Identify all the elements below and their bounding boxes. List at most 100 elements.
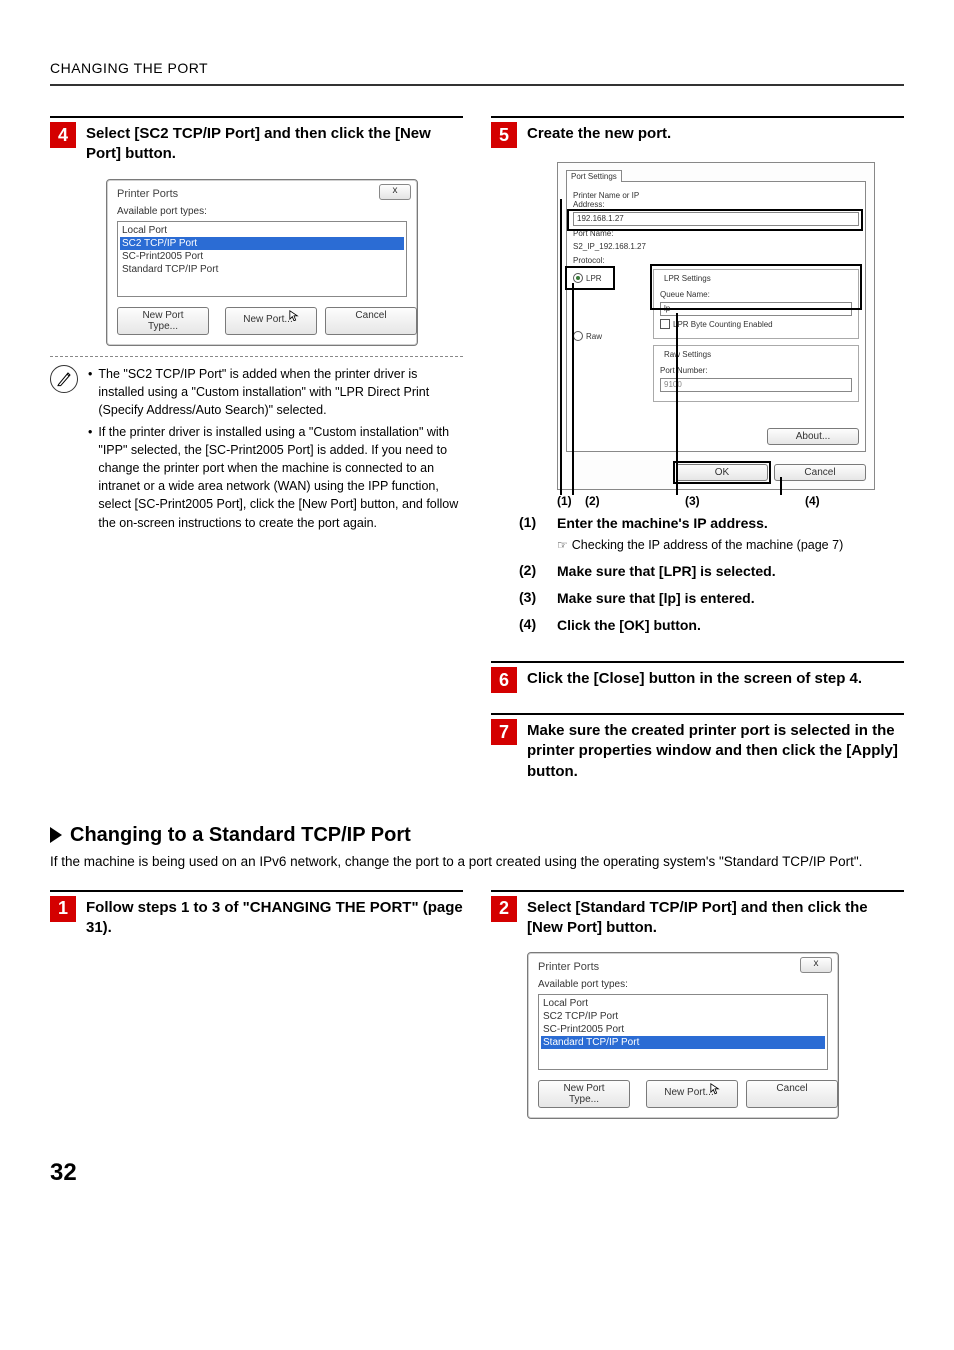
cursor-icon	[289, 310, 299, 322]
note-icon	[50, 365, 78, 393]
raw-radio[interactable]: Raw	[573, 331, 602, 341]
list-item[interactable]: Standard TCP/IP Port	[120, 263, 404, 276]
step-4-text: Select [SC2 TCP/IP Port] and then click …	[86, 124, 463, 165]
callout-line	[560, 199, 562, 495]
list-item[interactable]: SC2 TCP/IP Port	[541, 1010, 825, 1023]
dialog-title: Printer Ports	[117, 188, 407, 200]
callout-num-4: (4)	[805, 494, 820, 508]
cancel-button[interactable]: Cancel	[774, 464, 866, 481]
new-port-button[interactable]: New Port...	[225, 307, 317, 335]
substep-4-num: (4)	[519, 616, 547, 635]
substep-1-text: Enter the machine's IP address.	[557, 514, 843, 533]
printer-ports-dialog-2: x Printer Ports Available port types: Lo…	[527, 952, 839, 1119]
list-item[interactable]: Standard TCP/IP Port	[541, 1036, 825, 1049]
port-name-value: S2_IP_192.168.1.27	[573, 241, 859, 253]
port-number-label: Port Number:	[660, 366, 708, 375]
close-icon[interactable]: x	[800, 957, 832, 973]
page-number: 32	[50, 1159, 904, 1187]
step-6-text: Click the [Close] button in the screen o…	[527, 669, 862, 689]
substep-3-text: Make sure that [lp] is entered.	[557, 589, 755, 608]
substep-4-text: Click the [OK] button.	[557, 616, 701, 635]
section-paragraph: If the machine is being used on an IPv6 …	[50, 853, 904, 872]
dialog-title: Printer Ports	[538, 961, 828, 973]
callout-frame-4	[673, 461, 771, 484]
step-7-text: Make sure the created printer port is se…	[527, 721, 904, 782]
step-4: 4 Select [SC2 TCP/IP Port] and then clic…	[50, 116, 463, 165]
step-6-number: 6	[491, 667, 517, 693]
substep-2: (2) Make sure that [LPR] is selected.	[519, 562, 904, 581]
substep-3-num: (3)	[519, 589, 547, 608]
dashed-divider	[50, 356, 463, 357]
step-6: 6 Click the [Close] button in the screen…	[491, 661, 904, 693]
note-block: • The "SC2 TCP/IP Port" is added when th…	[50, 365, 463, 536]
cancel-button[interactable]: Cancel	[325, 307, 417, 335]
list-item[interactable]: Local Port	[120, 224, 404, 237]
step-2b-text: Select [Standard TCP/IP Port] and then c…	[527, 898, 904, 939]
substep-1-sub: Checking the IP address of the machine (…	[572, 538, 843, 552]
callout-numbers-row: (1) (2) (3) (4)	[557, 494, 857, 508]
list-item[interactable]: Local Port	[541, 997, 825, 1010]
raw-radio-label: Raw	[586, 332, 602, 341]
section-heading: Changing to a Standard TCP/IP Port	[50, 824, 904, 847]
port-type-listbox[interactable]: Local Port SC2 TCP/IP Port SC-Print2005 …	[117, 221, 407, 297]
printer-ports-dialog-1: x Printer Ports Available port types: Lo…	[106, 179, 418, 346]
step-1b-text: Follow steps 1 to 3 of "CHANGING THE POR…	[86, 898, 463, 939]
callout-num-1: (1)	[557, 494, 581, 508]
new-port-type-button[interactable]: New Port Type...	[117, 307, 209, 335]
substep-1: (1) Enter the machine's IP address. ☞ Che…	[519, 514, 904, 554]
list-item[interactable]: SC-Print2005 Port	[120, 250, 404, 263]
step-4-number: 4	[50, 122, 76, 148]
step-7-number: 7	[491, 719, 517, 745]
step-2b-number: 2	[491, 896, 517, 922]
available-port-types-label: Available port types:	[538, 979, 828, 990]
new-port-button[interactable]: New Port...	[646, 1080, 738, 1108]
callout-num-3: (3)	[685, 494, 805, 508]
byte-counting-label: LPR Byte Counting Enabled	[673, 320, 773, 329]
pointer-icon: ☞	[557, 537, 568, 554]
cancel-button[interactable]: Cancel	[746, 1080, 838, 1108]
list-item[interactable]: SC-Print2005 Port	[541, 1023, 825, 1036]
port-settings-tab[interactable]: Port Settings	[566, 170, 622, 182]
callout-frame-1	[567, 209, 863, 231]
callout-line	[572, 283, 574, 495]
substep-1-num: (1)	[519, 514, 547, 554]
note-text-1: The "SC2 TCP/IP Port" is added when the …	[98, 365, 463, 419]
port-number-input: 9100	[660, 378, 852, 392]
close-icon[interactable]: x	[379, 184, 411, 200]
port-type-listbox[interactable]: Local Port SC2 TCP/IP Port SC-Print2005 …	[538, 994, 828, 1070]
callout-num-2: (2)	[585, 494, 685, 508]
note-item-2: • If the printer driver is installed usi…	[88, 423, 463, 532]
page-header-title: CHANGING THE PORT	[50, 60, 904, 76]
step-2b: 2 Select [Standard TCP/IP Port] and then…	[491, 890, 904, 939]
ip-address-label: Printer Name or IP Address:	[573, 191, 663, 209]
ok-button[interactable]: OK	[676, 464, 768, 481]
section-heading-text: Changing to a Standard TCP/IP Port	[70, 824, 411, 847]
substep-2-text: Make sure that [LPR] is selected.	[557, 562, 776, 581]
callout-line	[780, 477, 782, 495]
cursor-icon	[710, 1083, 720, 1095]
step-5-number: 5	[491, 122, 517, 148]
new-port-button-label: New Port...	[664, 1087, 713, 1098]
callout-frame-3	[650, 264, 862, 310]
bullet-icon: •	[88, 423, 92, 532]
substep-2-num: (2)	[519, 562, 547, 581]
substep-3: (3) Make sure that [lp] is entered.	[519, 589, 904, 608]
substep-4: (4) Click the [OK] button.	[519, 616, 904, 635]
step-1b-number: 1	[50, 896, 76, 922]
note-text-2: If the printer driver is installed using…	[98, 423, 463, 532]
new-port-type-button[interactable]: New Port Type...	[538, 1080, 630, 1108]
about-button[interactable]: About...	[767, 428, 859, 445]
step-7: 7 Make sure the created printer port is …	[491, 713, 904, 782]
step-5-text: Create the new port.	[527, 124, 671, 144]
port-settings-dialog: Port Settings Printer Name or IP Address…	[557, 162, 875, 490]
callout-line	[676, 313, 678, 495]
step-1b: 1 Follow steps 1 to 3 of "CHANGING THE P…	[50, 890, 463, 939]
note-item-1: • The "SC2 TCP/IP Port" is added when th…	[88, 365, 463, 419]
list-item[interactable]: SC2 TCP/IP Port	[120, 237, 404, 250]
available-port-types-label: Available port types:	[117, 206, 407, 217]
triangle-icon	[50, 827, 62, 843]
step-5: 5 Create the new port.	[491, 116, 904, 148]
bullet-icon: •	[88, 365, 92, 419]
new-port-button-label: New Port...	[243, 314, 292, 325]
header-rule	[50, 84, 904, 86]
